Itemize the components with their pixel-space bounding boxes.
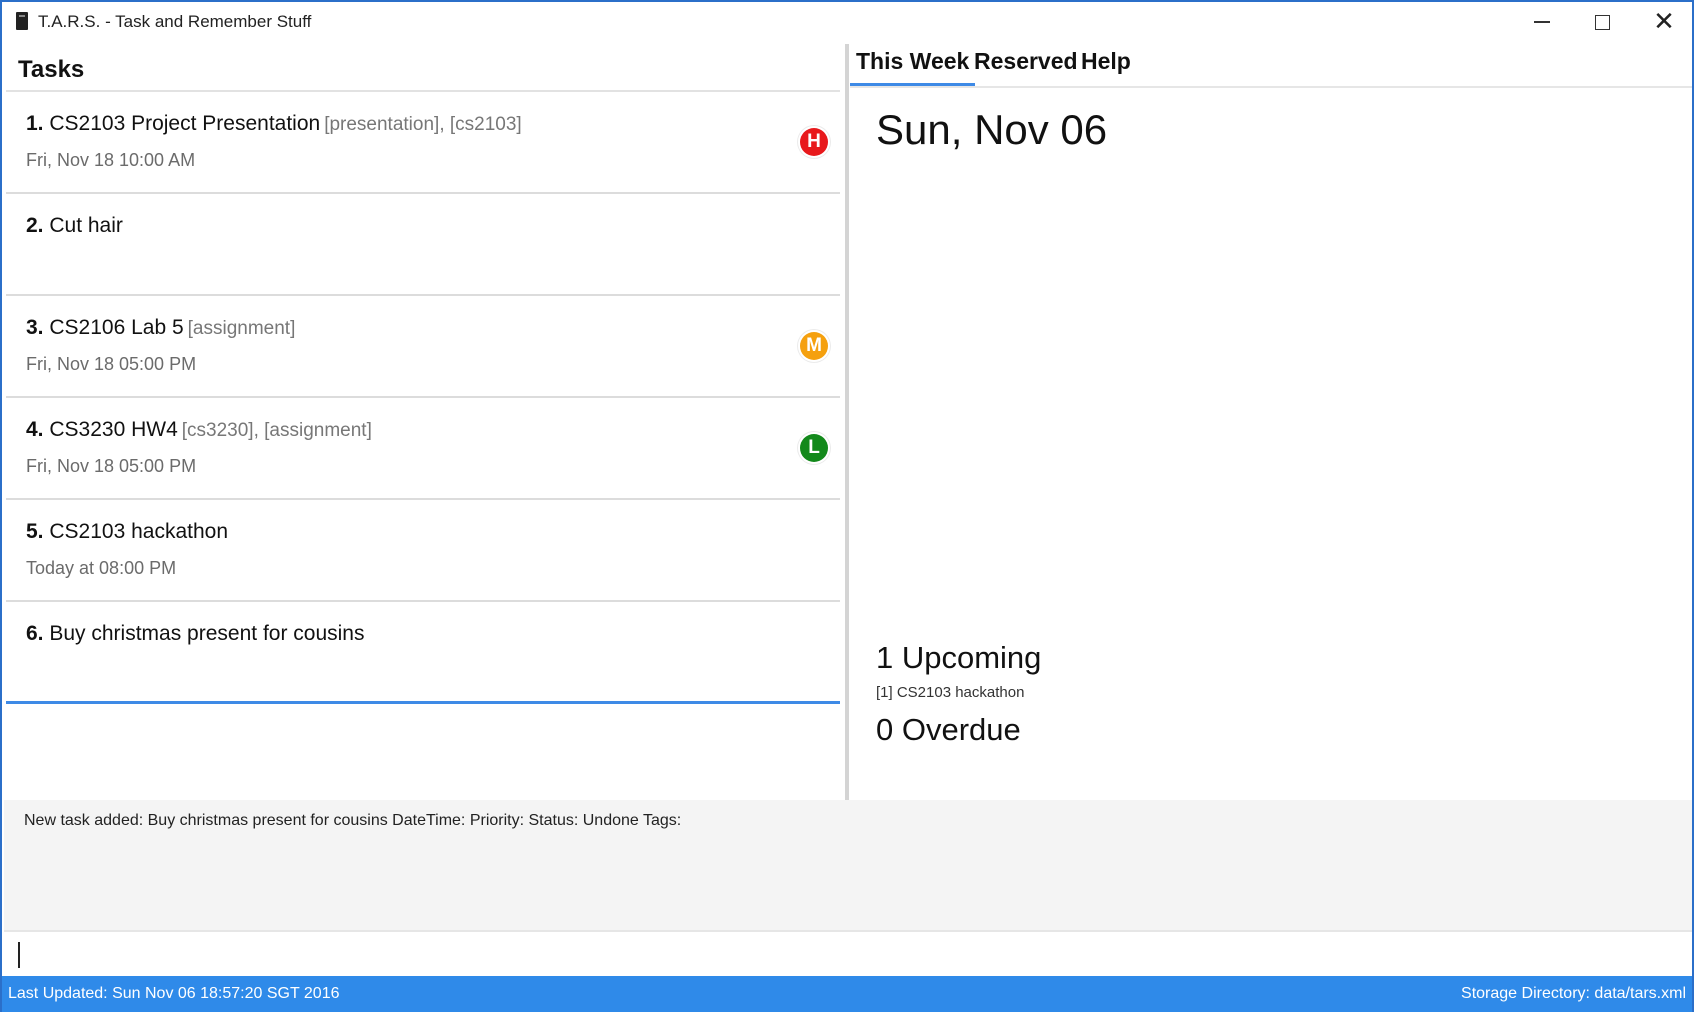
maximize-button[interactable] xyxy=(1572,2,1632,42)
task-title-line: 1. CS2103 Project Presentation [presentat… xyxy=(26,112,522,136)
task-title-line: 2. Cut hair xyxy=(26,214,123,238)
task-title-line: 4. CS3230 HW4 [cs3230], [assignment] xyxy=(26,418,372,442)
status-bar: Last Updated: Sun Nov 06 18:57:20 SGT 20… xyxy=(2,976,1692,1012)
tab-bar: This Week Reserved Help xyxy=(850,42,1692,88)
task-number: 1. xyxy=(26,112,44,135)
app-window: T.A.R.S. - Task and Remember Stuff ✕ Tas… xyxy=(0,0,1694,1012)
task-tags: [cs3230], [assignment] xyxy=(181,420,372,441)
text-caret xyxy=(18,942,20,968)
close-icon: ✕ xyxy=(1653,7,1675,37)
task-card[interactable]: 1. CS2103 Project Presentation [presentat… xyxy=(6,92,840,194)
command-input[interactable] xyxy=(14,938,1674,970)
task-title-line: 5. CS2103 hackathon xyxy=(26,520,228,544)
task-list[interactable]: 1. CS2103 Project Presentation [presentat… xyxy=(6,92,840,704)
upcoming-item: [1] CS2103 hackathon xyxy=(876,684,1025,701)
task-date: Fri, Nov 18 05:00 PM xyxy=(26,354,197,374)
task-number: 3. xyxy=(26,316,44,339)
minimize-button[interactable] xyxy=(1512,2,1572,42)
task-name: Cut hair xyxy=(49,214,123,237)
result-display: New task added: Buy christmas present fo… xyxy=(4,800,1692,932)
task-name: CS2103 hackathon xyxy=(49,520,228,543)
task-name: CS2106 Lab 5 xyxy=(49,316,184,339)
tab-reserved[interactable]: Reserved xyxy=(968,48,1084,83)
task-tags: [assignment] xyxy=(187,318,296,339)
priority-badge: L xyxy=(800,434,828,462)
task-date: Fri, Nov 18 05:00 PM xyxy=(26,456,197,476)
task-date: Today at 08:00 PM xyxy=(26,558,177,578)
task-number: 2. xyxy=(26,214,44,237)
task-title-line: 3. CS2106 Lab 5 [assignment] xyxy=(26,316,295,340)
task-title-line: 6. Buy christmas present for cousins xyxy=(26,622,364,646)
priority-badge: M xyxy=(800,332,828,360)
close-button[interactable]: ✕ xyxy=(1634,2,1694,42)
minimize-icon xyxy=(1534,21,1550,23)
task-card[interactable]: 2. Cut hair xyxy=(6,194,840,296)
title-bar[interactable]: T.A.R.S. - Task and Remember Stuff ✕ xyxy=(2,2,1692,42)
tab-this-week[interactable]: This Week xyxy=(850,48,976,86)
storage-directory-status: Storage Directory: data/tars.xml xyxy=(1461,985,1686,1002)
task-card[interactable]: 3. CS2106 Lab 5 [assignment] Fri, Nov 18 0… xyxy=(6,296,840,398)
date-heading: Sun, Nov 06 xyxy=(876,106,1108,153)
task-date: Fri, Nov 18 10:00 AM xyxy=(26,150,196,170)
app-icon xyxy=(16,12,28,30)
task-number: 6. xyxy=(26,622,44,645)
result-text: New task added: Buy christmas present fo… xyxy=(24,812,682,829)
priority-badge: H xyxy=(800,128,828,156)
task-number: 4. xyxy=(26,418,44,441)
task-name: Buy christmas present for cousins xyxy=(49,622,365,645)
maximize-icon xyxy=(1594,14,1610,30)
upcoming-count: 1 Upcoming xyxy=(876,640,1042,675)
task-card[interactable]: 4. CS3230 HW4 [cs3230], [assignment] Fri, … xyxy=(6,398,840,500)
window-title: T.A.R.S. - Task and Remember Stuff xyxy=(38,12,312,31)
tab-help[interactable]: Help xyxy=(1075,48,1137,83)
task-list-panel: Tasks 1. CS2103 Project Presentation [pre… xyxy=(4,42,840,800)
task-tags: [presentation], [cs2103] xyxy=(324,114,522,135)
task-card[interactable]: 6. Buy christmas present for cousins xyxy=(6,602,840,704)
task-name: CS2103 Project Presentation xyxy=(49,112,321,135)
browser-panel: This Week Reserved Help Sun, Nov 06 1 Up… xyxy=(850,42,1692,800)
task-number: 5. xyxy=(26,520,44,543)
last-updated-status: Last Updated: Sun Nov 06 18:57:20 SGT 20… xyxy=(8,985,340,1002)
task-name: CS3230 HW4 xyxy=(49,418,178,441)
overdue-count: 0 Overdue xyxy=(876,712,1021,747)
panel-splitter[interactable] xyxy=(845,44,849,800)
tasks-header: Tasks xyxy=(18,56,85,83)
task-card[interactable]: 5. CS2103 hackathon Today at 08:00 PM xyxy=(6,500,840,602)
command-box[interactable] xyxy=(4,934,1692,976)
